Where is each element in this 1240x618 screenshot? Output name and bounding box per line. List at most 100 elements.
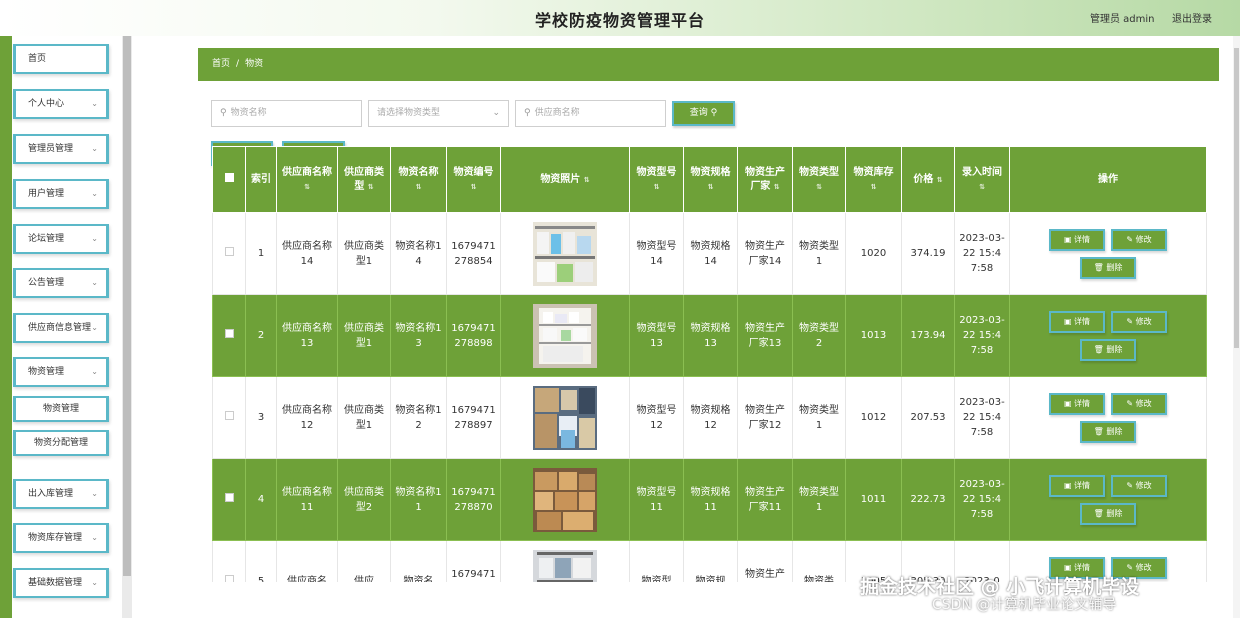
main-scrollbar[interactable]: [1233, 36, 1240, 618]
sidebar-item-13[interactable]: 基础数据管理 ⌄: [13, 568, 109, 598]
row-checkbox[interactable]: [224, 411, 234, 420]
row-select-cell[interactable]: [212, 294, 246, 377]
cell-supplier-type: 供应商类型1: [337, 294, 391, 377]
edit-button[interactable]: ✎ 修改: [1111, 228, 1167, 251]
row-checkbox[interactable]: [224, 575, 234, 582]
sidebar-stripe: [0, 36, 12, 618]
delete-button[interactable]: 🗑 删除: [1080, 338, 1136, 361]
material-photo[interactable]: [533, 467, 597, 532]
cell-material-spec: 物资规: [683, 540, 738, 582]
col-price[interactable]: 价格 ⇅: [901, 146, 955, 213]
edit-button[interactable]: ✎ 修改: [1111, 474, 1167, 497]
row-checkbox[interactable]: [224, 247, 234, 256]
row-checkbox[interactable]: [224, 493, 234, 502]
sidebar-item-2[interactable]: 个人中心 ⌄: [13, 89, 109, 119]
main-scroll-thumb[interactable]: [1234, 48, 1239, 348]
query-button[interactable]: 查询 ⚲: [672, 101, 735, 126]
col-material-type[interactable]: 物资类型 ⇅: [792, 146, 846, 213]
logout-link[interactable]: 退出登录: [1172, 10, 1212, 25]
cell-material-stock: 1012: [845, 376, 902, 459]
cell-material-photo: [500, 540, 630, 583]
col-material-name[interactable]: 物资名称 ⇅: [390, 146, 447, 213]
col-material-photo[interactable]: 物资照片 ⇅: [500, 146, 630, 213]
edit-button[interactable]: ✎ 修改: [1111, 310, 1167, 333]
col-supplier-name[interactable]: 供应商名称 ⇅: [276, 146, 338, 213]
row-checkbox[interactable]: [224, 329, 234, 338]
sidebar-item-11[interactable]: 出入库管理 ⌄: [13, 479, 109, 509]
cell-index: 5: [245, 540, 277, 582]
sidebar-item-label: 物资管理: [42, 404, 79, 414]
sidebar-scroll-thumb[interactable]: [123, 36, 131, 576]
breadcrumb-home[interactable]: 首页: [212, 59, 230, 69]
material-photo[interactable]: [533, 549, 597, 583]
detail-button[interactable]: ▣ 详情: [1049, 392, 1105, 415]
row-select-cell[interactable]: [212, 540, 246, 582]
sidebar-item-9[interactable]: 物资管理: [13, 396, 109, 422]
edit-icon: ✎: [1126, 562, 1134, 572]
cell-price: 207.53: [901, 376, 955, 459]
material-photo[interactable]: [533, 221, 597, 286]
row-select-cell[interactable]: [212, 376, 246, 459]
cell-material-photo: [500, 376, 630, 459]
cell-index: 1: [245, 212, 277, 295]
sidebar-item-8[interactable]: 物资管理 ⌄: [13, 357, 109, 387]
sidebar-item-label: 物资管理: [28, 367, 65, 377]
current-user: 管理员 admin: [1090, 14, 1155, 25]
col-supplier-type[interactable]: 供应商类型 ⇅: [337, 146, 391, 213]
row-select-cell[interactable]: [212, 458, 246, 541]
sidebar-item-7[interactable]: 供应商信息管理 ⌄: [13, 313, 109, 343]
edit-icon: ✎: [1126, 480, 1134, 490]
sidebar-item-5[interactable]: 论坛管理 ⌄: [13, 224, 109, 254]
select-all-checkbox[interactable]: [224, 172, 234, 182]
edit-button[interactable]: ✎ 修改: [1111, 392, 1167, 415]
cell-material-stock: 1011: [845, 458, 902, 541]
material-photo[interactable]: [533, 303, 597, 368]
select-all-header[interactable]: [212, 146, 246, 213]
col-material-maker[interactable]: 物资生产厂家 ⇅: [737, 146, 793, 213]
col-entry-time[interactable]: 录入时间 ⇅: [954, 146, 1010, 213]
sidebar-scrollbar[interactable]: [122, 36, 132, 618]
cell-material-model: 物资型: [629, 540, 684, 582]
row-select-cell[interactable]: [212, 212, 246, 295]
sidebar-item-label: 管理员管理: [28, 144, 74, 154]
sort-icon: ⇅: [870, 182, 877, 191]
sidebar-item-1[interactable]: 首页: [13, 44, 109, 74]
sidebar-item-6[interactable]: 公告管理 ⌄: [13, 268, 109, 298]
supplier-name-search-input[interactable]: ⚲ 供应商名称: [515, 100, 666, 127]
col-index: 索引: [245, 146, 277, 213]
material-photo[interactable]: [533, 385, 597, 450]
sidebar-item-4[interactable]: 用户管理 ⌄: [13, 179, 109, 209]
cell-material-model: 物资型号12: [629, 376, 684, 459]
detail-button[interactable]: ▣ 详情: [1049, 310, 1105, 333]
cell-material-code: 1679471278897: [446, 376, 501, 459]
cell-price: 374.19: [901, 212, 955, 295]
chevron-down-icon: ⌄: [91, 489, 98, 498]
cell-index: 4: [245, 458, 277, 541]
col-material-stock[interactable]: 物资库存 ⇅: [845, 146, 902, 213]
delete-button[interactable]: 🗑 删除: [1080, 256, 1136, 279]
sidebar-item-3[interactable]: 管理员管理 ⌄: [13, 134, 109, 164]
delete-button[interactable]: 🗑 删除: [1080, 420, 1136, 443]
cell-material-name: 物资名称11: [390, 458, 447, 541]
sidebar-item-12[interactable]: 物资库存管理 ⌄: [13, 523, 109, 553]
delete-button[interactable]: 🗑 删除: [1080, 502, 1136, 525]
cell-material-photo: [500, 458, 630, 541]
cell-material-maker: 物资生产厂家14: [737, 212, 793, 295]
cell-entry-time: 2023-03-22 15:47:58: [954, 212, 1010, 295]
col-material-spec[interactable]: 物资规格 ⇅: [683, 146, 738, 213]
material-type-select[interactable]: 请选择物资类型 ⌄: [368, 100, 509, 127]
cell-supplier-type: 供应商类型1: [337, 212, 391, 295]
sort-icon: ⇅: [707, 182, 714, 191]
detail-button[interactable]: ▣ 详情: [1049, 228, 1105, 251]
sort-icon: ⇅: [304, 182, 310, 191]
cell-material-name: 物资名称12: [390, 376, 447, 459]
col-material-code[interactable]: 物资编号 ⇅: [446, 146, 501, 213]
cell-material-type: 物资类型1: [792, 212, 846, 295]
detail-icon: ▣: [1063, 398, 1072, 408]
col-material-model[interactable]: 物资型号 ⇅: [629, 146, 684, 213]
chevron-down-icon: ⌄: [91, 533, 98, 542]
chevron-down-icon: ⌄: [91, 367, 98, 376]
sidebar-item-10[interactable]: 物资分配管理: [13, 430, 109, 456]
material-name-search-input[interactable]: ⚲ 物资名称: [211, 100, 362, 127]
detail-button[interactable]: ▣ 详情: [1049, 474, 1105, 497]
